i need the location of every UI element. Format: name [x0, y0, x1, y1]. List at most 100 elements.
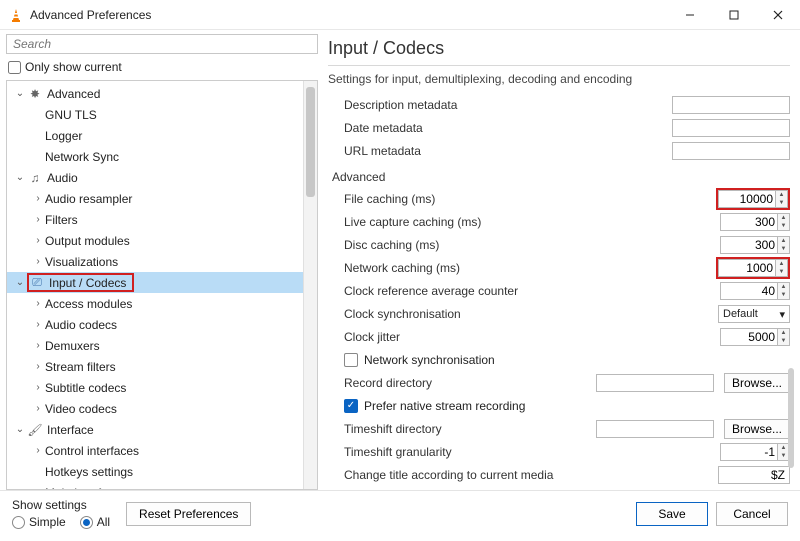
- tree-group-interface[interactable]: ⌄ 🖌 Interface: [7, 419, 317, 440]
- brush-icon: 🖌: [27, 423, 43, 437]
- maximize-button[interactable]: [712, 0, 756, 30]
- input-url-metadata[interactable]: [672, 142, 790, 160]
- tree-item-control-interfaces[interactable]: ›Control interfaces: [7, 440, 317, 461]
- tree-item-audio-codecs[interactable]: ›Audio codecs: [7, 314, 317, 335]
- label-clock-jitter: Clock jitter: [328, 330, 720, 344]
- radio-all[interactable]: [80, 516, 93, 529]
- label-file-caching: File caching (ms): [328, 192, 716, 206]
- tree-item-subtitle-codecs[interactable]: ›Subtitle codecs: [7, 377, 317, 398]
- title-bar: Advanced Preferences: [0, 0, 800, 30]
- chevron-right-icon: ›: [31, 487, 45, 490]
- search-input[interactable]: [6, 34, 318, 54]
- input-change-title[interactable]: [718, 466, 790, 484]
- input-clock-ref[interactable]: [720, 282, 778, 300]
- close-button[interactable]: [756, 0, 800, 30]
- tree-item-filters[interactable]: ›Filters: [7, 209, 317, 230]
- check-disable-lua[interactable]: Disable all lua plugins: [328, 487, 790, 490]
- label-live-capture: Live capture caching (ms): [328, 215, 720, 229]
- chevron-right-icon: ›: [31, 445, 45, 456]
- page-title: Input / Codecs: [328, 34, 790, 66]
- tree-item-audio-resampler[interactable]: ›Audio resampler: [7, 188, 317, 209]
- preferences-tree: ⌄ ✸ Advanced GNU TLS Logger Network Sync…: [6, 80, 318, 490]
- window-title: Advanced Preferences: [30, 8, 151, 22]
- check-network-sync[interactable]: Network synchronisation: [328, 349, 790, 371]
- browse-record-dir[interactable]: Browse...: [724, 373, 790, 393]
- tree-scrollbar[interactable]: [303, 81, 317, 489]
- select-clock-sync[interactable]: Default▾: [718, 305, 790, 323]
- label-timeshift-gran: Timeshift granularity: [328, 445, 720, 459]
- input-date-metadata[interactable]: [672, 119, 790, 137]
- chevron-right-icon: ›: [31, 403, 45, 414]
- save-button[interactable]: Save: [636, 502, 708, 526]
- chevron-right-icon: ›: [31, 361, 45, 372]
- chevron-right-icon: ›: [31, 298, 45, 309]
- chevron-right-icon: ›: [31, 382, 45, 393]
- spinner-network-caching[interactable]: ▲▼: [776, 259, 788, 277]
- tree-item-logger[interactable]: Logger: [7, 125, 317, 146]
- chevron-down-icon: ⌄: [13, 424, 27, 435]
- only-show-current-checkbox[interactable]: [8, 61, 21, 74]
- tree-item-visualizations[interactable]: ›Visualizations: [7, 251, 317, 272]
- radio-simple[interactable]: [12, 516, 25, 529]
- chevron-down-icon: ⌄: [13, 277, 27, 288]
- tree-group-input-codecs[interactable]: ⌄ ⎚ Input / Codecs: [7, 272, 317, 293]
- chevron-down-icon: ▾: [779, 308, 785, 321]
- radio-simple-label: Simple: [29, 515, 66, 529]
- tree-item-gnu-tls[interactable]: GNU TLS: [7, 104, 317, 125]
- chevron-down-icon: ⌄: [13, 88, 27, 99]
- input-timeshift-gran[interactable]: [720, 443, 778, 461]
- section-advanced: Advanced: [332, 170, 790, 184]
- page-subtitle: Settings for input, demultiplexing, deco…: [328, 72, 790, 86]
- minimize-button[interactable]: [668, 0, 712, 30]
- chevron-right-icon: ›: [31, 214, 45, 225]
- chevron-right-icon: ›: [31, 319, 45, 330]
- footer: Show settings Simple All Reset Preferenc…: [0, 490, 800, 536]
- label-date-metadata: Date metadata: [328, 121, 672, 135]
- checkbox-network-sync[interactable]: [344, 353, 358, 367]
- tree-group-advanced[interactable]: ⌄ ✸ Advanced: [7, 83, 317, 104]
- tree-item-video-codecs[interactable]: ›Video codecs: [7, 398, 317, 419]
- music-note-icon: ♫: [27, 171, 43, 185]
- codec-icon: ⎚: [29, 275, 45, 290]
- tree-item-demuxers[interactable]: ›Demuxers: [7, 335, 317, 356]
- radio-all-label: All: [97, 515, 110, 529]
- chevron-down-icon: ⌄: [13, 172, 27, 183]
- only-show-current-label: Only show current: [25, 60, 122, 74]
- tree-item-hotkeys-settings[interactable]: Hotkeys settings: [7, 461, 317, 482]
- label-network-caching: Network caching (ms): [328, 261, 716, 275]
- reset-button[interactable]: Reset Preferences: [126, 502, 251, 526]
- input-timeshift-dir[interactable]: [596, 420, 714, 438]
- chevron-right-icon: ›: [31, 235, 45, 246]
- label-change-title: Change title according to current media: [328, 468, 718, 482]
- label-clock-ref: Clock reference average counter: [328, 284, 720, 298]
- cancel-button[interactable]: Cancel: [716, 502, 788, 526]
- input-desc-metadata[interactable]: [672, 96, 790, 114]
- chevron-right-icon: ›: [31, 256, 45, 267]
- gear-icon: ✸: [27, 87, 43, 101]
- checkbox-prefer-native[interactable]: [344, 399, 358, 413]
- only-show-current[interactable]: Only show current: [6, 58, 318, 76]
- browse-timeshift-dir[interactable]: Browse...: [724, 419, 790, 439]
- tree-item-network-sync[interactable]: Network Sync: [7, 146, 317, 167]
- label-desc-metadata: Description metadata: [328, 98, 672, 112]
- tree-item-output-modules[interactable]: ›Output modules: [7, 230, 317, 251]
- input-network-caching[interactable]: [718, 259, 776, 277]
- label-clock-sync: Clock synchronisation: [328, 307, 718, 321]
- spinner-file-caching[interactable]: ▲▼: [776, 190, 788, 208]
- tree-item-access-modules[interactable]: ›Access modules: [7, 293, 317, 314]
- input-clock-jitter[interactable]: [720, 328, 778, 346]
- content-scrollbar[interactable]: [788, 78, 794, 486]
- input-record-dir[interactable]: [596, 374, 714, 392]
- check-prefer-native[interactable]: Prefer native stream recording: [328, 395, 790, 417]
- show-settings-label: Show settings: [12, 498, 110, 512]
- input-file-caching[interactable]: [718, 190, 776, 208]
- input-disc-caching[interactable]: [720, 236, 778, 254]
- input-live-capture[interactable]: [720, 213, 778, 231]
- label-url-metadata: URL metadata: [328, 144, 672, 158]
- tree-group-audio[interactable]: ⌄ ♫ Audio: [7, 167, 317, 188]
- tree-item-main-interfaces[interactable]: ›Main interfaces: [7, 482, 317, 490]
- chevron-right-icon: ›: [31, 193, 45, 204]
- tree-item-stream-filters[interactable]: ›Stream filters: [7, 356, 317, 377]
- label-timeshift-dir: Timeshift directory: [328, 422, 596, 436]
- label-record-dir: Record directory: [328, 376, 596, 390]
